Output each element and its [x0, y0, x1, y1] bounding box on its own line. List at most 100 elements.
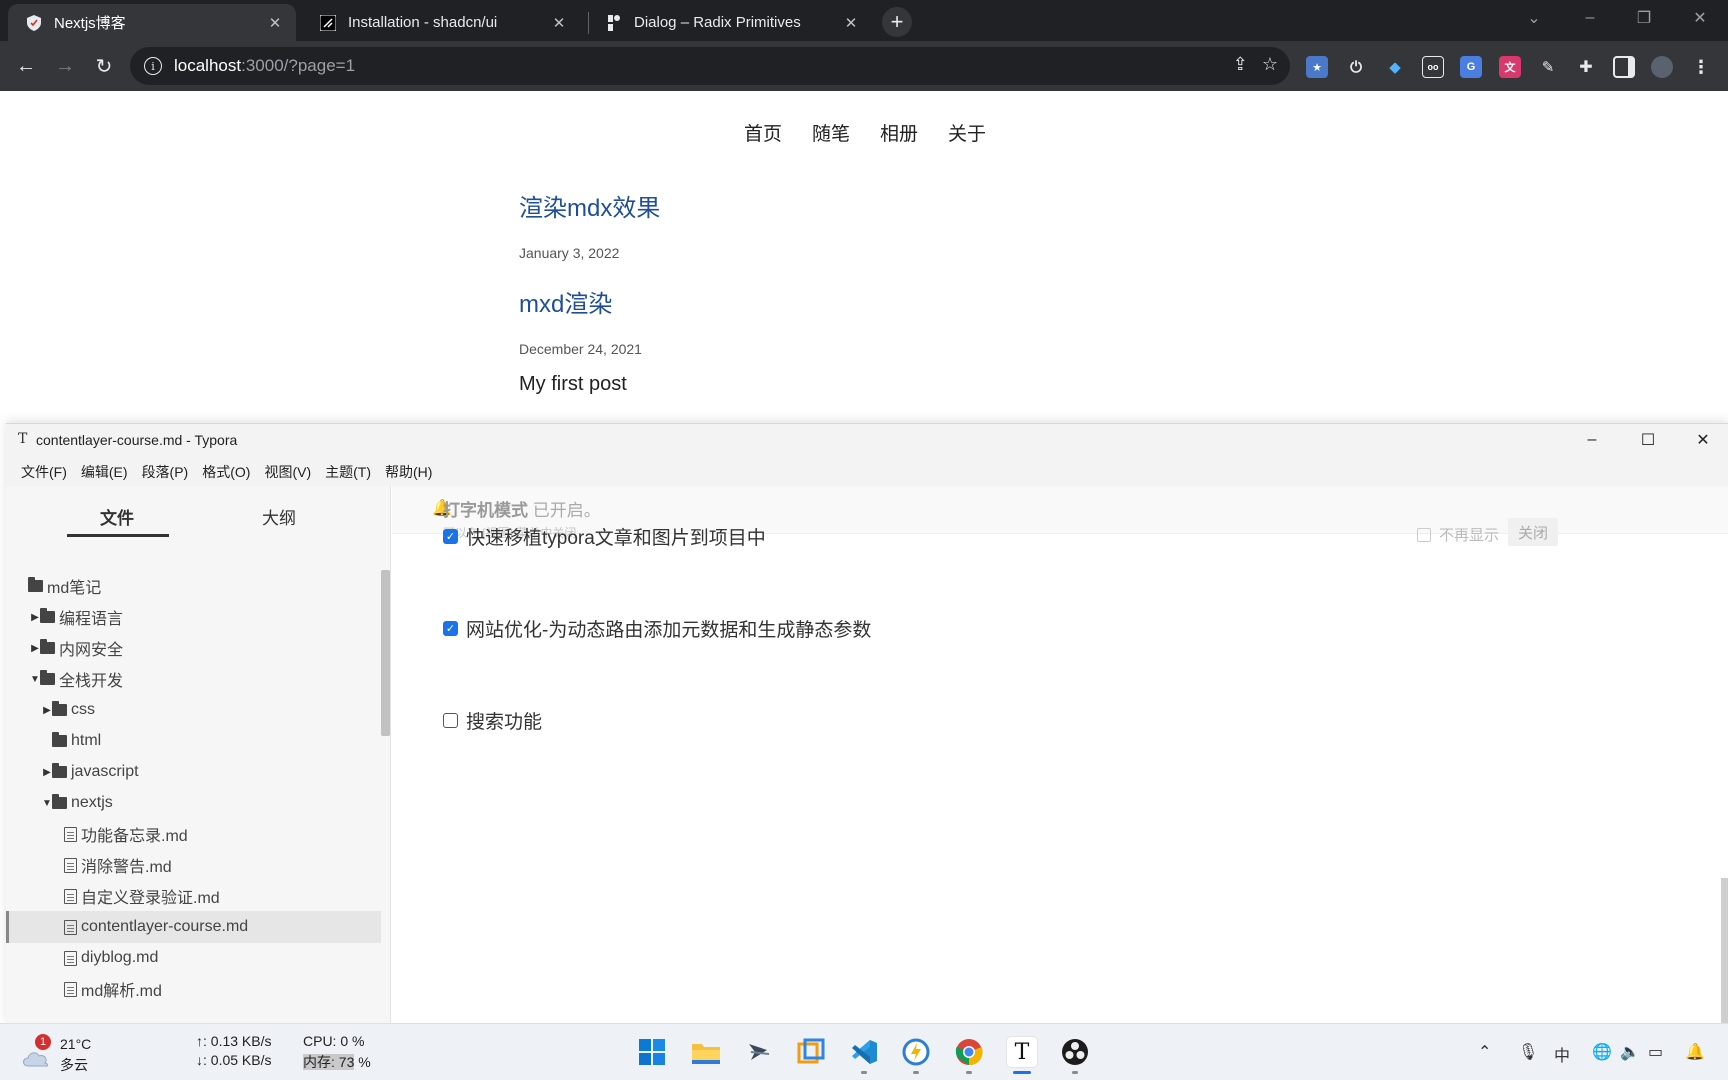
vscode-icon[interactable] [848, 1036, 880, 1068]
typora-sidebar: 文件 大纲 md笔记 ▶ 编程语言 ▶ 内网安全 ▼ 全栈开发 ▶ css html ▶ javasc… [6, 486, 391, 1024]
screen-capture-app-icon[interactable] [795, 1036, 827, 1068]
task-checkbox-checked[interactable]: ✓ [443, 529, 458, 544]
caret-down-icon[interactable]: ▼ [30, 674, 40, 685]
weather-widget[interactable]: 1 21°C 多云 [20, 1032, 100, 1074]
nav-album[interactable]: 相册 [880, 119, 918, 146]
extension-bookmark-icon[interactable]: ★ [1306, 56, 1328, 78]
battery-icon[interactable]: ▭ [1648, 1042, 1663, 1062]
notification-bell-icon[interactable]: 🔔 [1685, 1042, 1705, 1062]
file-icon [64, 826, 77, 842]
clash-app-icon[interactable] [900, 1036, 932, 1068]
menu-theme[interactable]: 主题(T) [318, 456, 378, 486]
typora-taskbar-icon[interactable]: T [1006, 1036, 1038, 1068]
more-menu-icon[interactable]: ⋮ [1690, 56, 1712, 78]
tree-file[interactable]: contentlayer-course.md [6, 911, 381, 943]
task-checkbox-unchecked[interactable] [443, 713, 458, 728]
extension-glasses-icon[interactable]: oo [1422, 56, 1444, 78]
typora-minimize-icon[interactable]: – [1572, 428, 1612, 452]
tree-folder[interactable]: ▶ javascript [6, 756, 381, 788]
nav-home[interactable]: 首页 [744, 119, 782, 146]
typora-editor[interactable]: 🔔 打字机模式 已开启。 可以在 [视图] 菜单中关闭 不再显示 关闭 ✓ 快速… [392, 486, 1728, 1024]
caret-right-icon[interactable]: ▶ [42, 705, 52, 716]
show-hidden-icons-chevron-icon[interactable]: ⌃ [1478, 1042, 1491, 1062]
terminal-app-icon[interactable] [743, 1036, 775, 1068]
close-tab-icon[interactable]: ✕ [842, 14, 860, 32]
tree-folder[interactable]: ▶ 内网安全 [6, 632, 381, 664]
tree-folder[interactable]: ▶ css [6, 694, 381, 726]
menu-help[interactable]: 帮助(H) [378, 456, 439, 486]
extension-power-icon[interactable]: ⏻ [1345, 56, 1367, 78]
typora-title-bar[interactable]: T contentlayer-course.md - Typora – ☐ ✕ [6, 424, 1728, 456]
radix-logo-icon [606, 14, 622, 31]
tab-nextjs-blog[interactable]: Nextjs博客 ✕ [8, 4, 296, 41]
tree-file[interactable]: 自定义登录验证.md [6, 880, 381, 912]
nav-essays[interactable]: 随笔 [812, 119, 850, 146]
tab-radix-dialog[interactable]: Dialog – Radix Primitives ✕ [588, 4, 872, 41]
reload-icon[interactable]: ↻ [91, 53, 117, 79]
tree-file[interactable]: 消除警告.md [6, 849, 381, 881]
extension-translate-icon[interactable]: G [1460, 56, 1482, 78]
input-method-indicator[interactable]: 中 [1554, 1042, 1570, 1066]
menu-format[interactable]: 格式(O) [195, 456, 257, 486]
tab-files[interactable]: 文件 [100, 504, 134, 529]
tab-search-icon[interactable]: ⌄ [1514, 6, 1554, 30]
typora-maximize-icon[interactable]: ☐ [1628, 428, 1668, 452]
tree-folder[interactable]: ▼ 全栈开发 [6, 663, 381, 695]
typora-close-icon[interactable]: ✕ [1683, 428, 1723, 452]
volume-icon[interactable]: 🔈 [1620, 1042, 1640, 1062]
close-window-icon[interactable]: ✕ [1680, 6, 1720, 30]
close-tab-icon[interactable]: ✕ [550, 14, 568, 32]
tree-file[interactable]: 功能备忘录.md [6, 818, 381, 850]
extensions-puzzle-icon[interactable]: ✚ [1575, 56, 1597, 78]
caret-down-icon[interactable]: ▼ [42, 798, 52, 809]
tab-shadcn-installation[interactable]: Installation - shadcn/ui ✕ [302, 4, 580, 41]
share-icon[interactable]: ⇪ [1233, 54, 1248, 75]
menu-view[interactable]: 视图(V) [257, 456, 318, 486]
menu-paragraph[interactable]: 段落(P) [135, 456, 196, 486]
profile-avatar[interactable] [1651, 56, 1673, 78]
nav-about[interactable]: 关于 [948, 119, 986, 146]
sidebar-scrollbar[interactable] [381, 570, 390, 736]
windows-start-icon[interactable] [636, 1036, 668, 1068]
extension-translate-pink-icon[interactable]: 文 [1499, 56, 1521, 78]
caret-right-icon[interactable]: ▶ [42, 767, 52, 778]
tree-file[interactable]: md解析.md [6, 973, 381, 1005]
dont-show-again-checkbox[interactable]: 不再显示 [1417, 524, 1499, 545]
side-panel-icon[interactable] [1613, 56, 1635, 78]
site-info-icon[interactable]: i [144, 57, 162, 75]
tree-folder[interactable]: md笔记 [6, 570, 381, 602]
tree-folder[interactable]: html [6, 725, 381, 757]
close-notice-button[interactable]: 关闭 [1508, 518, 1558, 546]
post-title-plain[interactable]: My first post [519, 373, 627, 396]
tree-folder[interactable]: ▶ 编程语言 [6, 601, 381, 633]
minimize-window-icon[interactable]: – [1570, 6, 1610, 30]
microphone-icon[interactable]: 🎙 [1518, 1042, 1538, 1062]
network-globe-icon[interactable]: 🌐 [1592, 1042, 1612, 1062]
post-title-link[interactable]: 渲染mdx效果 [519, 188, 660, 223]
file-explorer-icon[interactable] [690, 1036, 722, 1068]
extension-pen-icon[interactable]: ✎ [1537, 56, 1559, 78]
tab-outline[interactable]: 大纲 [262, 504, 296, 529]
forward-icon[interactable]: → [52, 53, 78, 79]
new-tab-button[interactable]: + [882, 7, 912, 37]
browser-tab-strip: Nextjs博客 ✕ Installation - shadcn/ui ✕ Di… [0, 0, 1728, 41]
obs-studio-icon[interactable] [1059, 1036, 1091, 1068]
restore-window-icon[interactable]: ❐ [1624, 6, 1664, 30]
bookmark-star-icon[interactable]: ☆ [1262, 54, 1278, 75]
close-tab-icon[interactable]: ✕ [266, 14, 284, 32]
menu-file[interactable]: 文件(F) [14, 456, 74, 486]
back-icon[interactable]: ← [13, 53, 39, 79]
extension-gem-icon[interactable]: ◆ [1384, 56, 1406, 78]
menu-edit[interactable]: 编辑(E) [74, 456, 135, 486]
address-bar[interactable]: i localhost:3000/?page=1 ⇪ ☆ [130, 47, 1290, 85]
shadcn-logo-icon [320, 14, 336, 31]
caret-right-icon[interactable]: ▶ [30, 612, 40, 623]
task-checkbox-checked[interactable]: ✓ [443, 621, 458, 636]
tree-folder[interactable]: ▼ nextjs [6, 787, 381, 819]
caret-right-icon[interactable]: ▶ [30, 643, 40, 654]
tree-file[interactable]: diyblog.md [6, 942, 381, 974]
post-title-link[interactable]: mxd渲染 [519, 284, 612, 319]
folder-icon [52, 794, 67, 809]
chrome-icon[interactable] [953, 1036, 985, 1068]
editor-scrollbar[interactable] [1721, 878, 1728, 1024]
